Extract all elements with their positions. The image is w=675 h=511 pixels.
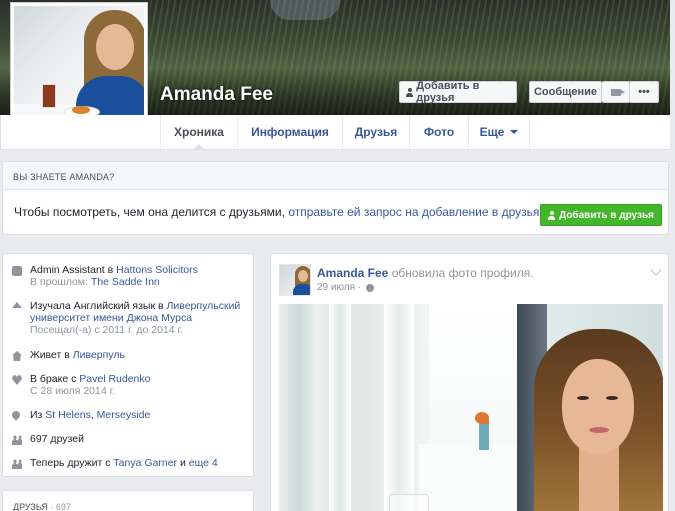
work-past-label: В прошлом: bbox=[30, 276, 88, 288]
more-dots-icon: ••• bbox=[638, 86, 650, 98]
relationship-since: С 28 июля 2014 г. bbox=[30, 385, 116, 397]
post-photo[interactable] bbox=[279, 304, 663, 511]
work-past-company-link[interactable]: The Sadde Inn bbox=[91, 276, 160, 288]
relationship-partner-link[interactable]: Pavel Rudenko bbox=[79, 373, 150, 385]
heart-icon bbox=[12, 375, 22, 385]
do-you-know-description: Чтобы посмотреть, чем она делится с друз… bbox=[14, 205, 285, 219]
post-options-chevron-icon[interactable] bbox=[650, 264, 662, 276]
graduation-cap-icon bbox=[12, 302, 22, 308]
tab-timeline[interactable]: Хроника bbox=[160, 115, 237, 150]
relationship-text: В браке с bbox=[30, 373, 77, 385]
friends-card-count: · 697 bbox=[50, 502, 71, 511]
intro-card: Admin Assistant в Hattons Solicitors В п… bbox=[2, 253, 254, 477]
post-date-link[interactable]: 29 июля · bbox=[317, 282, 361, 293]
friends-card-title[interactable]: ДРУЗЬЯ bbox=[13, 502, 48, 511]
intro-lives: Живет в Ливерпуль bbox=[3, 349, 253, 361]
tab-more[interactable]: Еще bbox=[468, 115, 530, 149]
more-options-button[interactable]: ••• bbox=[629, 81, 659, 103]
add-friend-icon bbox=[406, 87, 414, 97]
friends-icon bbox=[12, 459, 22, 469]
friends-card: ДРУЗЬЯ · 697 bbox=[2, 490, 254, 511]
recent-friends-and: и bbox=[179, 457, 186, 469]
profile-picture-image bbox=[14, 6, 144, 132]
home-icon bbox=[12, 351, 22, 361]
add-friend-green-button[interactable]: Добавить в друзья bbox=[540, 204, 662, 226]
profile-tabbar: Хроника Информация Друзья Фото Еще bbox=[0, 115, 670, 150]
post-header: Amanda Fee обновила фото профиля. bbox=[317, 266, 534, 280]
from-text: Из bbox=[30, 409, 43, 421]
post-author-link[interactable]: Amanda Fee bbox=[317, 266, 388, 280]
timeline-post: Amanda Fee обновила фото профиля. 29 июл… bbox=[270, 253, 669, 511]
work-company-link[interactable]: Hattons Solicitors bbox=[116, 264, 198, 276]
lives-city-link[interactable]: Ливерпуль bbox=[73, 349, 125, 361]
add-friend-icon bbox=[548, 210, 556, 220]
briefcase-icon bbox=[12, 266, 22, 276]
add-friend-green-label: Добавить в друзья bbox=[559, 209, 654, 221]
do-you-know-header: ВЫ ЗНАЕТЕ AMANDA? bbox=[3, 162, 668, 190]
tab-about-label: Информация bbox=[251, 125, 329, 139]
recent-friends-text: Теперь дружит с bbox=[30, 457, 111, 469]
tab-photos-label: Фото bbox=[423, 125, 455, 139]
intro-recent-friends: Теперь дружит с Tanya Garner и еще 4 bbox=[3, 457, 253, 469]
tab-friends[interactable]: Друзья bbox=[342, 115, 409, 149]
lives-text: Живет в bbox=[30, 349, 70, 361]
video-camera-icon bbox=[610, 88, 625, 96]
friends-icon bbox=[12, 435, 22, 445]
send-friend-request-link[interactable]: отправьте ей запрос на добавление в друз… bbox=[288, 205, 542, 219]
work-title: Admin Assistant в bbox=[30, 264, 114, 276]
video-call-button[interactable] bbox=[602, 81, 630, 103]
tab-photos[interactable]: Фото bbox=[409, 115, 468, 149]
from-city-link[interactable]: St Helens bbox=[45, 409, 91, 421]
intro-work: Admin Assistant в Hattons Solicitors В п… bbox=[3, 264, 253, 288]
map-pin-icon bbox=[10, 409, 22, 421]
profile-name[interactable]: Amanda Fee bbox=[160, 84, 273, 106]
message-label: Сообщение bbox=[533, 86, 598, 98]
tab-about[interactable]: Информация bbox=[237, 115, 342, 149]
education-dates: Посещал(-а) с 2011 г. до 2014 г. bbox=[30, 324, 183, 336]
tab-friends-label: Друзья bbox=[354, 125, 398, 139]
from-region-link[interactable]: Merseyside bbox=[97, 409, 151, 421]
globe-icon bbox=[366, 283, 375, 292]
intro-relationship: В браке с Pavel Rudenko С 28 июля 2014 г… bbox=[3, 373, 253, 397]
message-button[interactable]: Сообщение bbox=[529, 81, 602, 103]
post-meta: 29 июля · bbox=[317, 282, 375, 293]
chevron-down-icon bbox=[510, 130, 519, 134]
friends-count-text: 697 друзей bbox=[30, 433, 84, 445]
do-you-know-box: ВЫ ЗНАЕТЕ AMANDA? Чтобы посмотреть, чем … bbox=[2, 161, 669, 235]
education-text: Изучала Английский язык в bbox=[30, 300, 164, 312]
post-author-avatar[interactable] bbox=[279, 264, 311, 296]
recent-friends-more-link[interactable]: еще 4 bbox=[189, 457, 218, 469]
do-you-know-text: Чтобы посмотреть, чем она делится с друз… bbox=[14, 205, 543, 219]
intro-education: Изучала Английский язык в Ливерпульский … bbox=[3, 300, 253, 336]
intro-from: Из St Helens, Merseyside bbox=[3, 409, 253, 421]
tab-timeline-label: Хроника bbox=[174, 125, 224, 139]
intro-friends: 697 друзей bbox=[3, 433, 253, 445]
add-friend-button[interactable]: Добавить в друзья bbox=[399, 80, 517, 104]
add-friend-label: Добавить в друзья bbox=[416, 80, 480, 104]
post-action-text: обновила фото профиля. bbox=[391, 266, 534, 280]
recent-friend-link[interactable]: Tanya Garner bbox=[113, 457, 177, 469]
tab-more-label: Еще bbox=[479, 125, 505, 139]
